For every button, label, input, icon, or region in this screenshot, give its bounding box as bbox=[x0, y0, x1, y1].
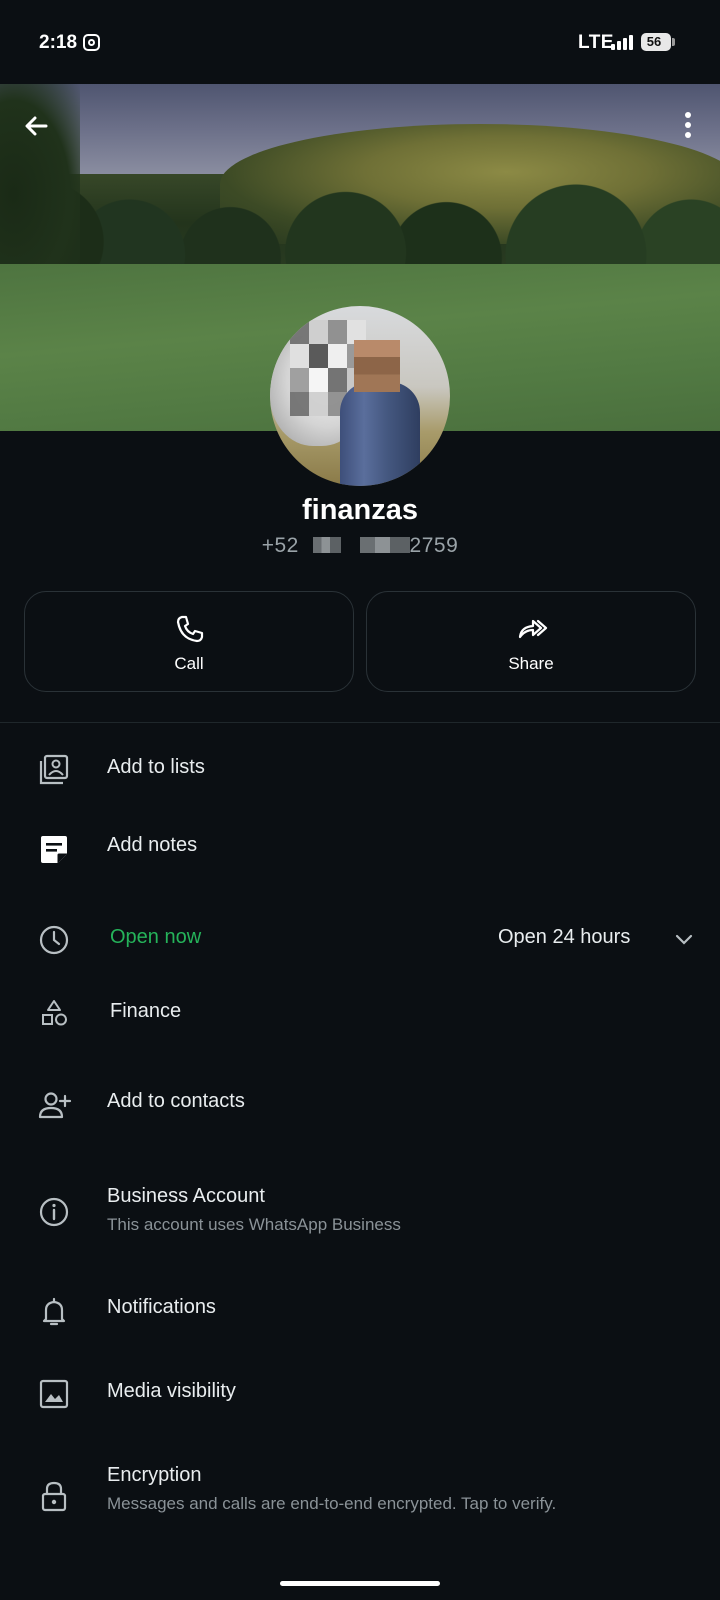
phone-redacted bbox=[359, 537, 410, 553]
bell-icon bbox=[42, 1297, 66, 1326]
business-account-subtitle: This account uses WhatsApp Business bbox=[107, 1215, 401, 1234]
lists-icon bbox=[39, 754, 69, 785]
phone-prefix: +52 bbox=[261, 534, 299, 557]
encryption-subtitle: Messages and calls are end-to-end encryp… bbox=[107, 1494, 557, 1513]
profile-phone: +52 2759 bbox=[0, 534, 720, 558]
business-account-title: Business Account bbox=[107, 1185, 265, 1207]
call-label: Call bbox=[174, 654, 204, 673]
add-to-contacts-label: Add to contacts bbox=[107, 1090, 245, 1112]
instagram-icon bbox=[83, 34, 100, 51]
network-type: LTE bbox=[578, 32, 614, 53]
media-visibility-row[interactable]: Media visibility bbox=[0, 1366, 720, 1426]
category-row: Finance bbox=[0, 986, 720, 1042]
add-notes-label: Add notes bbox=[107, 834, 198, 856]
add-contact-icon bbox=[38, 1092, 72, 1119]
signal-icon bbox=[611, 34, 635, 50]
arrow-left-icon bbox=[25, 116, 48, 136]
open-now-status: Open now bbox=[110, 926, 202, 948]
phone-redacted bbox=[313, 537, 342, 553]
media-visibility-label: Media visibility bbox=[107, 1380, 236, 1402]
battery-level: 56 bbox=[646, 34, 662, 49]
add-to-lists-label: Add to lists bbox=[107, 756, 205, 778]
notifications-row[interactable]: Notifications bbox=[0, 1282, 720, 1342]
notes-icon bbox=[41, 836, 67, 863]
more-options-button[interactable] bbox=[676, 112, 700, 144]
add-notes-row[interactable]: Add notes bbox=[0, 820, 720, 880]
divider bbox=[0, 722, 720, 723]
add-to-lists-row[interactable]: Add to lists bbox=[0, 742, 720, 802]
battery-icon: 56 bbox=[641, 33, 671, 51]
status-time: 2:18 bbox=[39, 32, 78, 53]
image-icon bbox=[39, 1379, 69, 1409]
phone-icon bbox=[176, 615, 204, 643]
profile-avatar[interactable] bbox=[270, 306, 450, 486]
encryption-title: Encryption bbox=[107, 1464, 202, 1486]
back-button[interactable] bbox=[20, 110, 52, 142]
battery-cap bbox=[672, 38, 675, 46]
lock-icon bbox=[41, 1481, 67, 1512]
clock-icon bbox=[39, 925, 69, 955]
notifications-label: Notifications bbox=[107, 1296, 216, 1318]
status-bar: 2:18 LTE 56 bbox=[0, 0, 720, 84]
add-to-contacts-row[interactable]: Add to contacts bbox=[0, 1076, 720, 1136]
share-label: Share bbox=[508, 654, 554, 673]
category-label: Finance bbox=[110, 1000, 182, 1022]
info-icon bbox=[39, 1197, 69, 1227]
call-button[interactable]: Call bbox=[24, 591, 354, 692]
home-indicator[interactable] bbox=[280, 1581, 440, 1586]
phone-suffix: 2759 bbox=[409, 534, 459, 557]
business-hours-row[interactable]: Open now Open 24 hours bbox=[0, 912, 720, 968]
category-shapes-icon bbox=[42, 1000, 67, 1026]
profile-name: finanzas bbox=[301, 494, 419, 526]
share-button[interactable]: Share bbox=[366, 591, 696, 692]
open-hours-value: Open 24 hours bbox=[498, 926, 631, 948]
business-account-row[interactable]: Business Account This account uses Whats… bbox=[0, 1170, 720, 1250]
chevron-down-icon[interactable] bbox=[672, 928, 696, 952]
share-icon bbox=[518, 619, 548, 639]
encryption-row[interactable]: Encryption Messages and calls are end-to… bbox=[0, 1452, 720, 1532]
